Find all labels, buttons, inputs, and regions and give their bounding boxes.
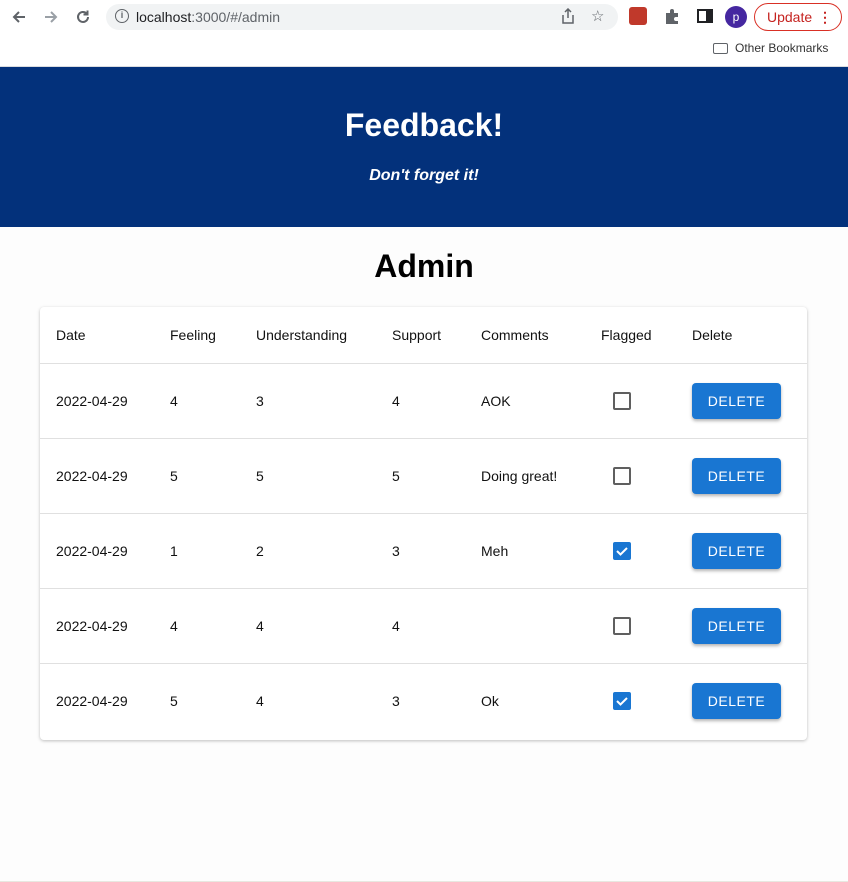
cell-date: 2022-04-29 <box>56 618 128 634</box>
flagged-checkbox[interactable] <box>613 467 631 485</box>
puzzle-icon[interactable] <box>663 7 681 25</box>
cell-comments: Meh <box>481 543 509 559</box>
table-row: 2022-04-29 4 3 4 AOK DELETE <box>40 364 807 439</box>
cell-understanding: 4 <box>256 618 264 634</box>
bookmarks-bar: Other Bookmarks <box>0 34 848 67</box>
delete-button[interactable]: DELETE <box>692 458 781 494</box>
cell-feeling: 5 <box>170 693 178 709</box>
bookmark-star-icon[interactable]: ☆ <box>591 7 604 25</box>
flagged-checkbox[interactable] <box>613 542 631 560</box>
cell-feeling: 4 <box>170 618 178 634</box>
cell-understanding: 5 <box>256 468 264 484</box>
column-header-support: Support <box>392 327 442 343</box>
folder-icon <box>713 42 728 54</box>
column-header-flagged: Flagged <box>601 327 652 343</box>
browser-toolbar: i localhost:3000/#/admin ☆ p Update ⋮ <box>0 0 848 34</box>
delete-button[interactable]: DELETE <box>692 533 781 569</box>
column-header-delete: Delete <box>692 327 733 343</box>
cell-support: 3 <box>392 543 400 559</box>
app-subtitle: Don't forget it! <box>369 167 479 184</box>
cell-date: 2022-04-29 <box>56 543 128 559</box>
table-row: 2022-04-29 5 4 3 Ok DELETE <box>40 664 807 740</box>
side-panel-icon[interactable] <box>696 7 714 25</box>
page-title: Admin <box>374 248 474 284</box>
column-header-comments: Comments <box>481 327 549 343</box>
forward-icon[interactable] <box>40 6 62 28</box>
column-header-date: Date <box>56 327 86 343</box>
other-bookmarks-label: Other Bookmarks <box>735 41 829 55</box>
cell-support: 3 <box>392 693 400 709</box>
reload-icon[interactable] <box>72 6 94 28</box>
delete-button[interactable]: DELETE <box>692 383 781 419</box>
delete-button[interactable]: DELETE <box>692 608 781 644</box>
menu-dots-icon: ⋮ <box>818 9 832 25</box>
cell-feeling: 1 <box>170 543 178 559</box>
flagged-checkbox[interactable] <box>613 692 631 710</box>
cell-understanding: 2 <box>256 543 264 559</box>
cell-support: 4 <box>392 393 400 409</box>
cell-support: 4 <box>392 618 400 634</box>
site-info-icon[interactable]: i <box>115 9 129 23</box>
cell-support: 5 <box>392 468 400 484</box>
feedback-table: Date Feeling Understanding Support Comme… <box>40 307 807 740</box>
table-header-row: Date Feeling Understanding Support Comme… <box>40 307 807 364</box>
cell-understanding: 3 <box>256 393 264 409</box>
cell-feeling: 5 <box>170 468 178 484</box>
cell-comments: Ok <box>481 693 499 709</box>
table-row: 2022-04-29 4 4 4 DELETE <box>40 589 807 664</box>
column-header-understanding: Understanding <box>256 327 348 343</box>
cell-comments: Doing great! <box>481 468 558 484</box>
cell-comments: AOK <box>481 393 511 409</box>
cell-date: 2022-04-29 <box>56 468 128 484</box>
back-icon[interactable] <box>8 6 30 28</box>
other-bookmarks[interactable]: Other Bookmarks <box>713 41 828 55</box>
cell-date: 2022-04-29 <box>56 693 128 709</box>
table-row: 2022-04-29 1 2 3 Meh DELETE <box>40 514 807 589</box>
share-icon[interactable] <box>561 7 575 28</box>
address-bar[interactable]: i localhost:3000/#/admin ☆ <box>106 4 618 30</box>
cell-date: 2022-04-29 <box>56 393 128 409</box>
update-button[interactable]: Update ⋮ <box>754 3 842 31</box>
url-text: localhost:3000/#/admin <box>136 9 280 25</box>
flagged-checkbox[interactable] <box>613 392 631 410</box>
flagged-checkbox[interactable] <box>613 617 631 635</box>
cell-feeling: 4 <box>170 393 178 409</box>
cell-understanding: 4 <box>256 693 264 709</box>
app-header: Feedback! Don't forget it! <box>0 67 848 227</box>
delete-button[interactable]: DELETE <box>692 683 781 719</box>
profile-avatar[interactable]: p <box>725 6 747 28</box>
app-title: Feedback! <box>344 107 504 143</box>
extension-icon[interactable] <box>629 7 647 25</box>
table-row: 2022-04-29 5 5 5 Doing great! DELETE <box>40 439 807 514</box>
column-header-feeling: Feeling <box>170 327 216 343</box>
